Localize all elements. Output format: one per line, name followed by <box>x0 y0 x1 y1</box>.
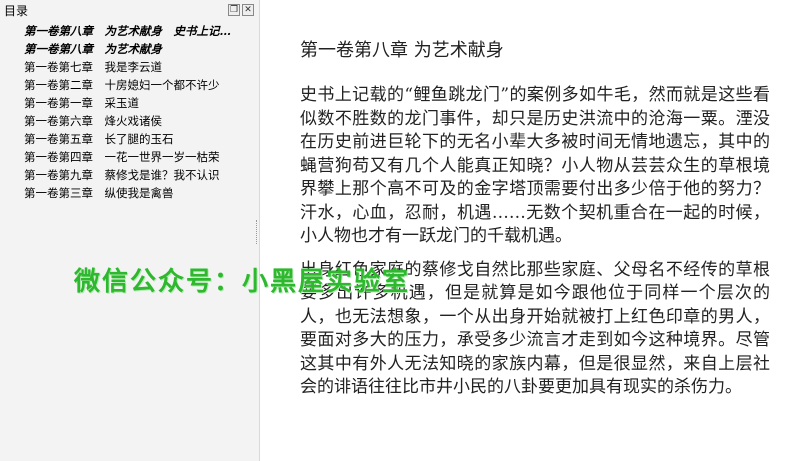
toc-item[interactable]: 第一卷第九章 蔡修戈是谁？我不认识 <box>0 166 260 184</box>
toc-controls: ❐ ✕ <box>228 4 254 16</box>
toc-item[interactable]: 第一卷第四章 一花一世界一岁一枯荣 <box>0 148 260 166</box>
toc-item[interactable]: 第一卷第八章 为艺术献身 史书上记… <box>0 22 260 40</box>
restore-icon[interactable]: ❐ <box>228 4 240 16</box>
toc-item[interactable]: 第一卷第五章 长了腿的玉石 <box>0 130 260 148</box>
watermark: 微信公众号：小黑屋实验室 <box>74 267 411 297</box>
pane-splitter[interactable] <box>256 220 261 244</box>
toc-item[interactable]: 第一卷第一章 采玉道 <box>0 94 260 112</box>
toc-pane: 目录 ❐ ✕ 第一卷第八章 为艺术献身 史书上记… 第一卷第八章 为艺术献身 第一卷… <box>0 0 260 461</box>
toc-item[interactable]: 第一卷第八章 为艺术献身 <box>0 40 260 58</box>
toc-item[interactable]: 第一卷第二章 十房媳妇一个都不许少 <box>0 76 260 94</box>
close-icon[interactable]: ✕ <box>242 4 254 16</box>
reading-content: 第一卷第八章 为艺术献身 史书上记载的“鲤鱼跳龙门”的案例多如牛毛，然而就是这些… <box>300 38 770 410</box>
toc-list: 第一卷第八章 为艺术献身 史书上记… 第一卷第八章 为艺术献身 第一卷第七章 我是李… <box>0 22 260 202</box>
chapter-title: 第一卷第八章 为艺术献身 <box>300 40 504 61</box>
toc-item[interactable]: 第一卷第六章 烽火戏诸侯 <box>0 112 260 130</box>
toc-item[interactable]: 第一卷第七章 我是李云道 <box>0 58 260 76</box>
toc-header: 目录 ❐ ✕ <box>0 0 260 20</box>
toc-title: 目录 <box>4 3 29 18</box>
toc-item[interactable]: 第一卷第三章 纵使我是禽兽 <box>0 184 260 202</box>
paragraph-1: 史书上记载的“鲤鱼跳龙门”的案例多如牛毛，然而就是这些看似数不胜数的龙门事件，却… <box>300 85 770 246</box>
